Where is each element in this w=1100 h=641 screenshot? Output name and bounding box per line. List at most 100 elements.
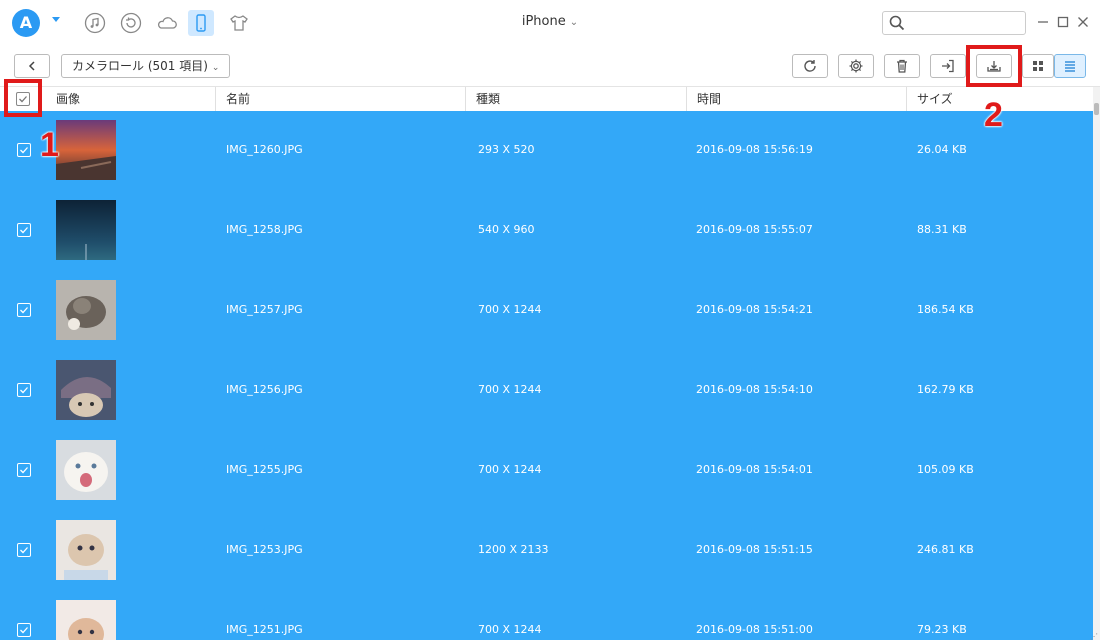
row-type: 293 X 520 bbox=[478, 143, 535, 156]
row-type: 700 X 1244 bbox=[478, 303, 542, 316]
music-note-icon[interactable] bbox=[82, 10, 108, 36]
row-time: 2016-09-08 15:51:15 bbox=[696, 543, 813, 556]
checkmark-icon bbox=[20, 387, 28, 394]
delete-button[interactable] bbox=[884, 54, 920, 78]
tshirt-icon[interactable] bbox=[226, 10, 252, 36]
row-size: 186.54 KB bbox=[917, 303, 974, 316]
checkmark-icon bbox=[20, 307, 28, 314]
table-row[interactable]: IMG_1256.JPG 700 X 1244 2016-09-08 15:54… bbox=[0, 351, 1093, 431]
row-size: 79.23 KB bbox=[917, 623, 967, 636]
anytrans-logo-icon[interactable]: A bbox=[12, 9, 40, 37]
row-checkbox[interactable] bbox=[17, 143, 31, 157]
row-name: IMG_1258.JPG bbox=[226, 223, 303, 236]
grid-view-button[interactable] bbox=[1022, 54, 1054, 78]
table-row[interactable]: IMG_1251.JPG 700 X 1244 2016-09-08 15:51… bbox=[0, 591, 1093, 640]
phone-icon[interactable] bbox=[188, 10, 214, 36]
row-type: 540 X 960 bbox=[478, 223, 535, 236]
album-label: カメラロール (501 項目) bbox=[72, 59, 208, 73]
photo-thumbnail bbox=[56, 360, 116, 420]
resize-grip-icon[interactable]: ⋰ bbox=[1090, 632, 1098, 641]
minimize-icon[interactable] bbox=[1036, 15, 1050, 29]
photo-thumbnail bbox=[56, 280, 116, 340]
scrollbar-thumb[interactable] bbox=[1094, 103, 1099, 115]
row-name: IMG_1253.JPG bbox=[226, 543, 303, 556]
chevron-down-icon[interactable]: ⌄ bbox=[570, 17, 578, 28]
toolbar: カメラロール (501 項目) ⌄ bbox=[0, 46, 1100, 87]
list-view-icon bbox=[1065, 61, 1075, 72]
column-header-time[interactable]: 時間 bbox=[686, 87, 721, 111]
album-selector[interactable]: カメラロール (501 項目) ⌄ bbox=[61, 54, 231, 78]
chevron-down-icon[interactable] bbox=[52, 17, 60, 25]
trash-icon bbox=[897, 59, 907, 73]
table-row[interactable]: IMG_1253.JPG 1200 X 2133 2016-09-08 15:5… bbox=[0, 511, 1093, 591]
list-view-button[interactable] bbox=[1054, 54, 1086, 78]
column-header-type[interactable]: 種類 bbox=[465, 87, 500, 111]
row-type: 700 X 1244 bbox=[478, 463, 542, 476]
gear-icon bbox=[849, 59, 863, 73]
back-button[interactable] bbox=[14, 54, 50, 78]
restore-icon[interactable] bbox=[118, 10, 144, 36]
photo-table: IMG_1260.JPG 293 X 520 2016-09-08 15:56:… bbox=[0, 111, 1093, 640]
checkmark-icon bbox=[20, 627, 28, 634]
import-button[interactable] bbox=[930, 54, 966, 78]
row-name: IMG_1260.JPG bbox=[226, 143, 303, 156]
cloud-icon[interactable] bbox=[154, 10, 180, 36]
step-1-label: 1 bbox=[40, 126, 59, 164]
photo-thumbnail bbox=[56, 520, 116, 580]
row-time: 2016-09-08 15:54:01 bbox=[696, 463, 813, 476]
row-time: 2016-09-08 15:54:10 bbox=[696, 383, 813, 396]
row-name: IMG_1255.JPG bbox=[226, 463, 303, 476]
row-type: 700 X 1244 bbox=[478, 383, 542, 396]
checkmark-icon bbox=[20, 467, 28, 474]
row-size: 162.79 KB bbox=[917, 383, 974, 396]
title-bar: A iPhone ⌄ bbox=[0, 0, 1100, 47]
row-time: 2016-09-08 15:51:00 bbox=[696, 623, 813, 636]
table-row[interactable]: IMG_1258.JPG 540 X 960 2016-09-08 15:55:… bbox=[0, 191, 1093, 271]
checkmark-icon bbox=[20, 147, 28, 154]
checkmark-icon bbox=[20, 547, 28, 554]
column-header-size[interactable]: サイズ bbox=[906, 87, 953, 111]
import-icon bbox=[942, 59, 954, 73]
checkmark-icon bbox=[20, 227, 28, 234]
highlight-box-select-all bbox=[4, 79, 42, 117]
table-row[interactable]: IMG_1260.JPG 293 X 520 2016-09-08 15:56:… bbox=[0, 111, 1093, 191]
refresh-button[interactable] bbox=[792, 54, 828, 78]
row-checkbox[interactable] bbox=[17, 463, 31, 477]
grid-view-icon bbox=[1033, 61, 1043, 71]
row-checkbox[interactable] bbox=[17, 223, 31, 237]
row-name: IMG_1251.JPG bbox=[226, 623, 303, 636]
chevron-left-icon bbox=[28, 61, 35, 71]
device-name[interactable]: iPhone bbox=[522, 14, 566, 29]
row-time: 2016-09-08 15:54:21 bbox=[696, 303, 813, 316]
row-size: 105.09 KB bbox=[917, 463, 974, 476]
row-name: IMG_1256.JPG bbox=[226, 383, 303, 396]
step-2-label: 2 bbox=[984, 96, 1003, 134]
settings-button[interactable] bbox=[838, 54, 874, 78]
column-header-name[interactable]: 名前 bbox=[215, 87, 250, 111]
row-time: 2016-09-08 15:56:19 bbox=[696, 143, 813, 156]
table-row[interactable]: IMG_1255.JPG 700 X 1244 2016-09-08 15:54… bbox=[0, 431, 1093, 511]
row-size: 26.04 KB bbox=[917, 143, 967, 156]
highlight-box-export bbox=[966, 45, 1022, 87]
row-type: 1200 X 2133 bbox=[478, 543, 549, 556]
row-checkbox[interactable] bbox=[17, 383, 31, 397]
row-size: 88.31 KB bbox=[917, 223, 967, 236]
row-checkbox[interactable] bbox=[17, 303, 31, 317]
row-size: 246.81 KB bbox=[917, 543, 974, 556]
row-checkbox[interactable] bbox=[17, 623, 31, 637]
photo-thumbnail bbox=[56, 120, 116, 180]
row-type: 700 X 1244 bbox=[478, 623, 542, 636]
photo-thumbnail bbox=[56, 440, 116, 500]
search-input[interactable] bbox=[882, 11, 1026, 35]
column-header-image[interactable]: 画像 bbox=[46, 87, 80, 111]
photo-thumbnail bbox=[56, 600, 116, 640]
vertical-scrollbar[interactable] bbox=[1093, 87, 1100, 640]
photo-thumbnail bbox=[56, 200, 116, 260]
table-row[interactable]: IMG_1257.JPG 700 X 1244 2016-09-08 15:54… bbox=[0, 271, 1093, 351]
table-header: 画像 名前 種類 時間 サイズ bbox=[0, 87, 1092, 112]
row-checkbox[interactable] bbox=[17, 543, 31, 557]
search-icon bbox=[889, 15, 905, 31]
close-icon[interactable] bbox=[1076, 15, 1090, 29]
row-time: 2016-09-08 15:55:07 bbox=[696, 223, 813, 236]
maximize-icon[interactable] bbox=[1056, 15, 1070, 29]
